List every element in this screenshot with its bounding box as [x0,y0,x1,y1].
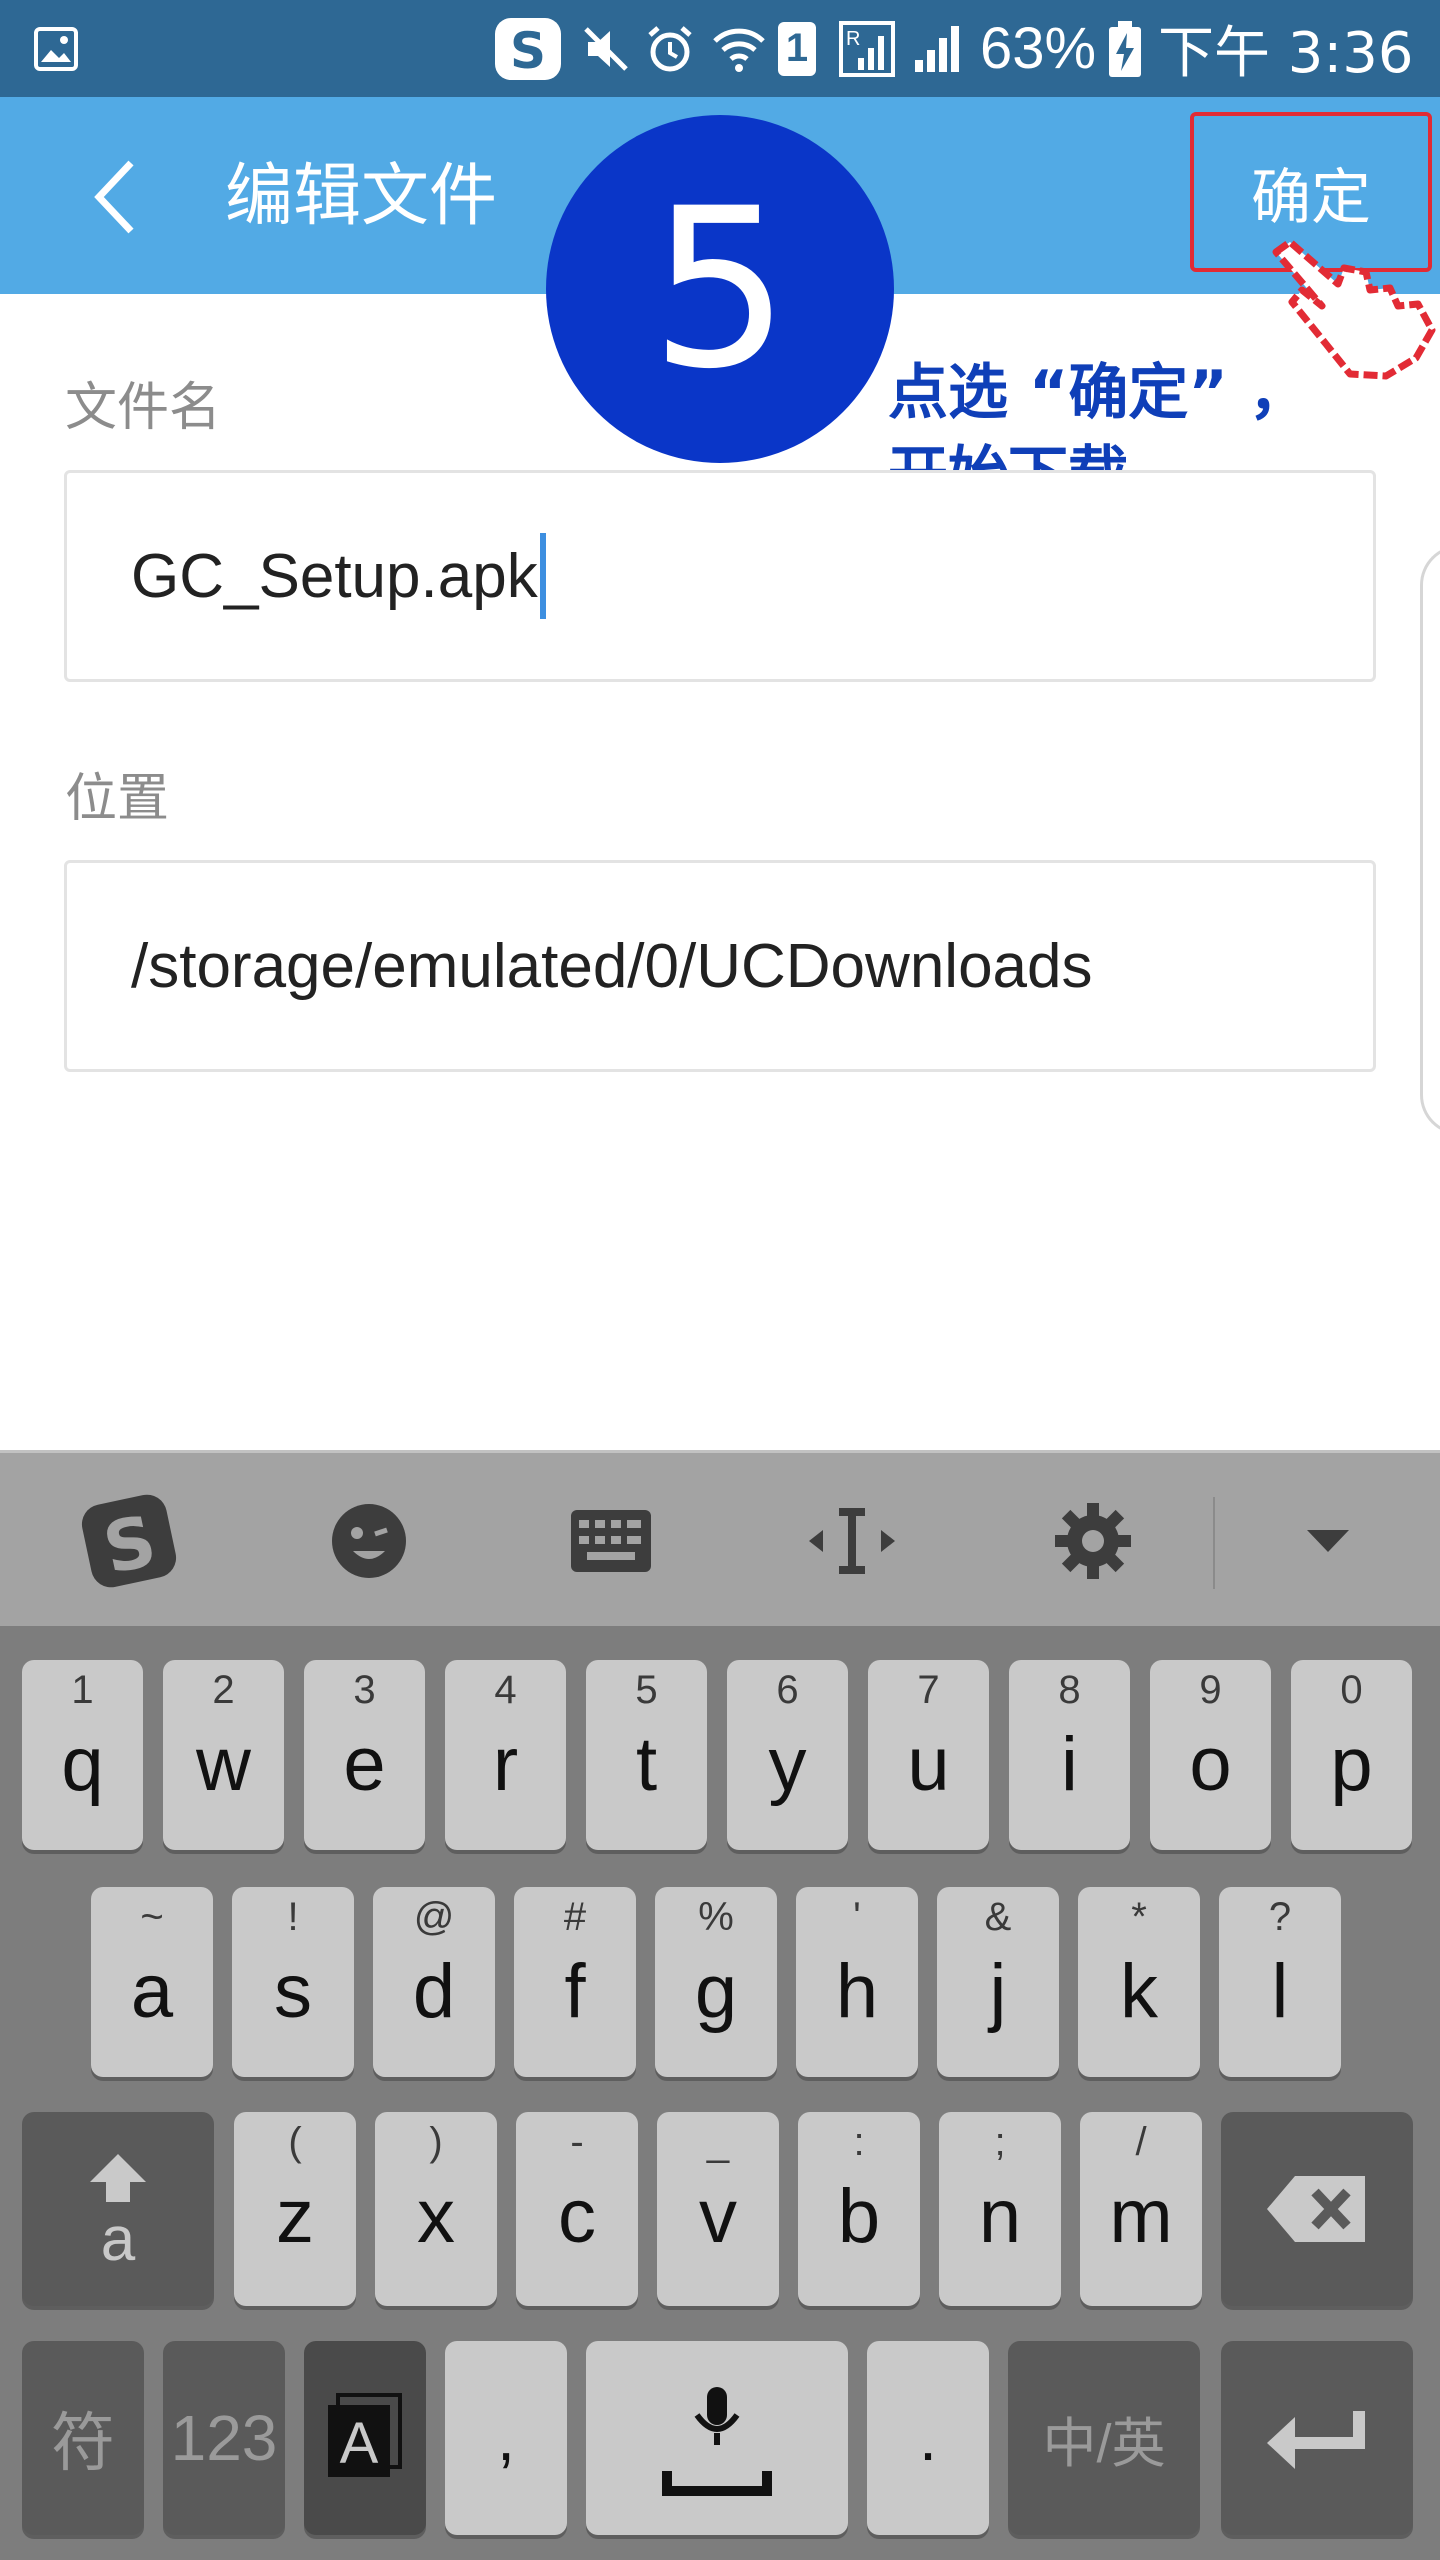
filename-label: 文件名 [65,378,222,438]
key-v[interactable]: _ v [657,2112,779,2306]
chevron-left-icon [94,160,134,234]
shift-label: a [100,2205,136,2274]
key-f[interactable]: # f [514,1887,636,2077]
key-r[interactable]: 4r [445,1660,566,1850]
key-u[interactable]: 7u [868,1660,989,1850]
key-i[interactable]: 8i [1009,1660,1130,1850]
scroll-edge-indicator [1420,545,1440,1135]
keyboard-toolbar: S [0,1450,1440,1626]
key-m[interactable]: / m [1080,2112,1202,2306]
soft-keyboard: S 1q 2w 3e 4r 5t 6y 7u 8i 9o 0p ~ a ! s @ d… [0,1450,1440,2560]
status-bar: S 1 R 63% 下午 3:36 [0,0,1440,97]
filename-input[interactable]: GC_Setup.apk [64,470,1376,682]
shift-key[interactable]: a [22,2112,214,2306]
sogou-logo-icon[interactable]: S [69,1481,189,1601]
key-e[interactable]: 3e [304,1660,425,1850]
page-title: 编辑文件 [225,157,498,236]
sim-slot-number: 1 [785,26,809,70]
location-value: /storage/emulated/0/UCDownloads [131,931,1093,1001]
roaming-signal-icon: R [836,0,898,97]
battery-charging-icon [1104,0,1146,97]
clock: 下午 3:36 [1158,21,1414,86]
key-j[interactable]: & j [937,1887,1059,2077]
backspace-icon [1267,2176,1365,2242]
numbers-key[interactable]: 123 [163,2341,285,2535]
text-edit-icon: A [328,2393,402,2477]
svg-text:A: A [340,2411,379,2476]
keyboard-icon[interactable] [551,1481,671,1601]
key-s[interactable]: ! s [232,1887,354,2077]
text-cursor [539,533,546,619]
comma-key[interactable]: , [445,2341,567,2535]
key-d[interactable]: @ d [373,1887,495,2077]
sim1-icon: 1 [776,0,818,97]
svg-text:S: S [510,22,546,80]
space-key[interactable] [586,2341,848,2535]
key-x[interactable]: ) x [375,2112,497,2306]
key-t[interactable]: 5t [586,1660,707,1850]
location-label: 位置 [65,769,170,829]
microphone-icon [662,2387,772,2496]
svg-text:R: R [846,28,860,50]
key-w[interactable]: 2w [163,1660,284,1850]
emoji-icon[interactable] [309,1481,429,1601]
key-p[interactable]: 0p [1291,1660,1412,1850]
key-k[interactable]: * k [1078,1887,1200,2077]
back-button[interactable] [70,152,160,242]
shift-arrow-icon [90,2154,146,2202]
collapse-icon[interactable] [1268,1481,1388,1601]
key-z[interactable]: (z [234,2112,356,2306]
key-o[interactable]: 9o [1150,1660,1271,1850]
hand-pointer-icon [1268,232,1440,382]
cursor-move-icon[interactable] [792,1481,912,1601]
key-l[interactable]: ? l [1219,1887,1341,2077]
key-y[interactable]: 6y [727,1660,848,1850]
wifi-icon [708,0,770,97]
key-q[interactable]: 1q [22,1660,143,1850]
key-h[interactable]: ' h [796,1887,918,2077]
sogou-icon: S [488,0,568,97]
mute-icon [576,0,636,97]
symbols-key[interactable]: 符 [22,2341,144,2535]
key-g[interactable]: % g [655,1887,777,2077]
alarm-icon [640,0,700,97]
key-b[interactable]: :b [798,2112,920,2306]
signal-icon [908,0,968,97]
enter-key[interactable] [1221,2341,1413,2535]
settings-icon[interactable] [1033,1481,1153,1601]
key-n[interactable]: ; n [939,2112,1061,2306]
filename-value: GC_Setup.apk [131,541,538,611]
enter-icon [1267,2411,1365,2469]
gallery-icon [28,0,84,97]
key-c[interactable]: -c [516,2112,638,2306]
text-edit-key[interactable]: A [304,2341,426,2535]
language-switch-key[interactable]: 中/英 [1008,2341,1200,2535]
period-key[interactable]: . [867,2341,989,2535]
step-number-badge: 5 [546,115,894,463]
toolbar-divider [1213,1497,1215,1589]
location-input[interactable]: /storage/emulated/0/UCDownloads [64,860,1376,1072]
key-a[interactable]: ~ a [91,1887,213,2077]
backspace-key[interactable] [1221,2112,1413,2306]
battery-percent: 63% [980,16,1097,81]
